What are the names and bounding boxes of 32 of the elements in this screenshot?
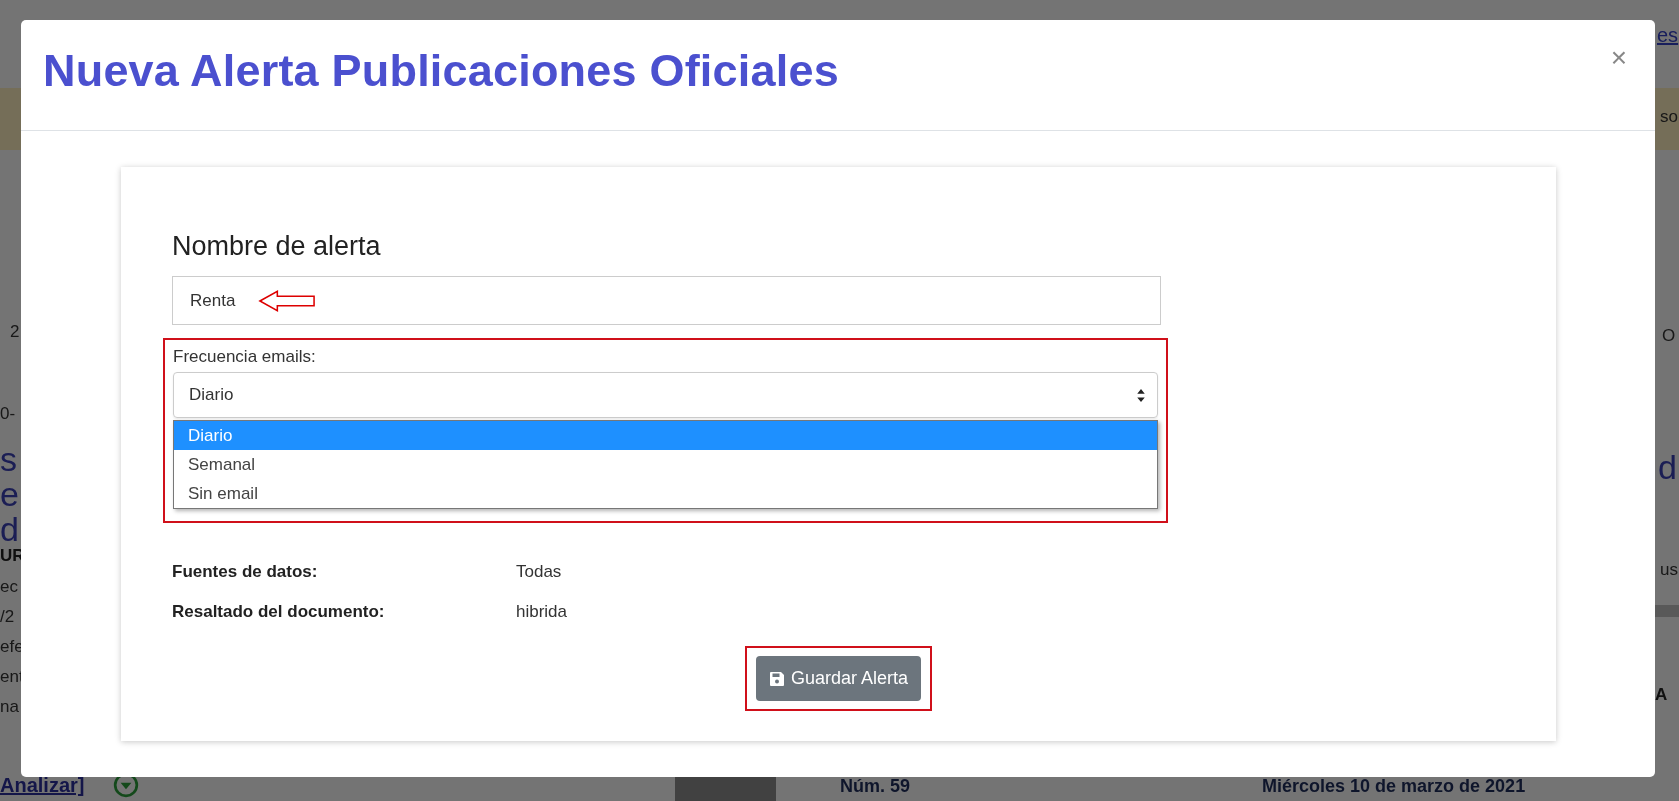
- page-text: O: [1662, 326, 1676, 346]
- page-link[interactable]: es: [1657, 24, 1679, 47]
- save-button[interactable]: Guardar Alerta: [755, 656, 922, 701]
- analyze-link[interactable]: Analizar]: [0, 774, 85, 797]
- modal-title: Nueva Alerta Publicaciones Oficiales: [43, 45, 839, 97]
- dropdown-option[interactable]: Diario: [174, 421, 1157, 450]
- sort-icon: [1136, 387, 1146, 403]
- issue-date: Miércoles 10 de marzo de 2021: [1262, 776, 1526, 797]
- page-text: so: [1660, 107, 1678, 127]
- page-text: A: [1655, 685, 1668, 705]
- annotation-arrow: [258, 289, 316, 313]
- page-bar: [1655, 605, 1679, 617]
- field-heading: Nombre de alerta: [172, 231, 382, 262]
- detail-label: Fuentes de datos:: [172, 561, 319, 582]
- close-button[interactable]: ×: [1604, 42, 1633, 74]
- detail-value: Todas: [516, 561, 562, 582]
- frequency-select[interactable]: Diario: [173, 372, 1158, 418]
- detail-value: hibrida: [516, 601, 568, 622]
- page-text: 0-: [0, 404, 16, 424]
- page-text: ec: [0, 577, 18, 597]
- save-icon: [768, 670, 785, 687]
- page-text: us: [1660, 560, 1678, 580]
- dropdown-option[interactable]: Sin email: [174, 479, 1157, 508]
- issue-number: Núm. 59: [840, 776, 911, 797]
- page-text: /2: [0, 607, 15, 627]
- page-text: d: [1658, 448, 1677, 487]
- name-input[interactable]: Renta: [172, 276, 1161, 325]
- page-text: na: [0, 697, 19, 717]
- detail-label: Resaltado del documento:: [172, 601, 386, 622]
- page-text: 2: [10, 322, 20, 342]
- dropdown-option[interactable]: Semanal: [174, 450, 1157, 479]
- field-label: Frecuencia emails:: [173, 347, 317, 367]
